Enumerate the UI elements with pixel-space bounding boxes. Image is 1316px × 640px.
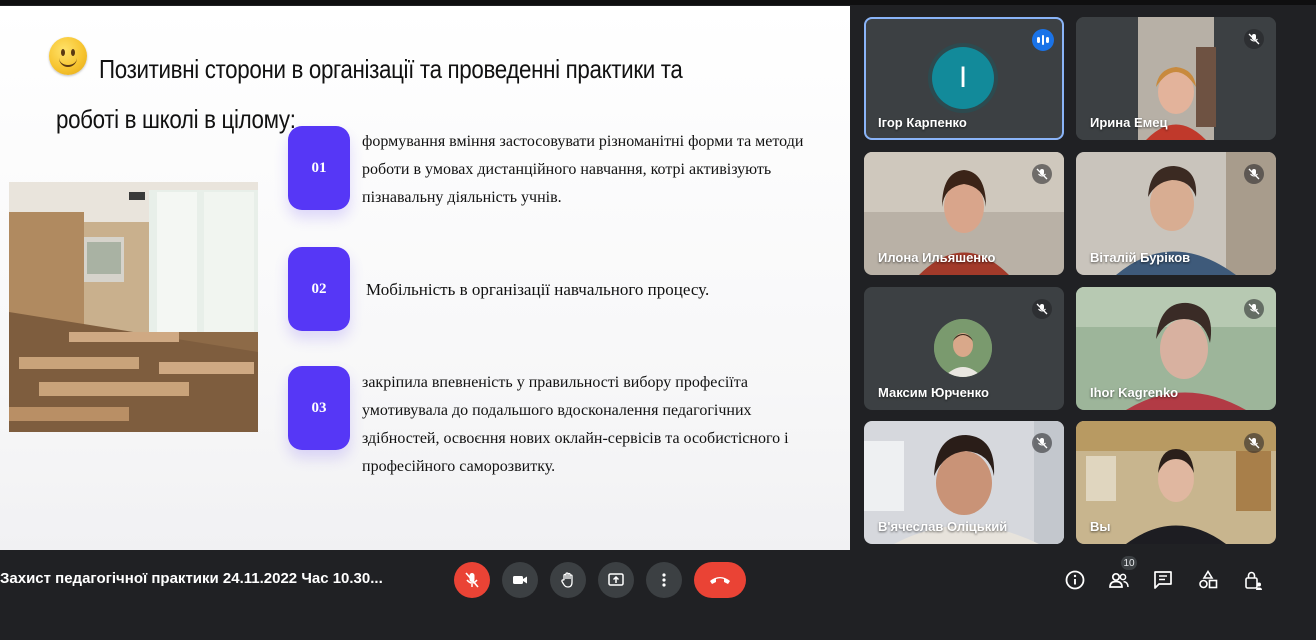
hand-icon	[561, 572, 573, 588]
avatar: I	[932, 47, 994, 109]
mic-off-icon	[1032, 433, 1052, 453]
participant-name: Илона Ильяшенко	[878, 250, 996, 265]
slide-title-line-2: роботі в школі в цілому:	[56, 104, 296, 134]
participant-name: Ігор Карпенко	[878, 115, 967, 130]
meeting-title: Захист педагогічної практики 24.11.2022 …	[0, 570, 383, 587]
point-text-03: закріпила впевненість у правильності виб…	[362, 374, 789, 475]
participant-name: Максим Юрченко	[878, 385, 989, 400]
present-screen-button[interactable]	[598, 562, 634, 598]
present-screen-icon	[608, 573, 624, 586]
camera-icon	[513, 576, 527, 584]
leave-call-button[interactable]	[694, 562, 746, 598]
hang-up-icon	[710, 577, 730, 584]
point-badge-02: 02	[288, 247, 350, 331]
mic-off-icon	[1244, 29, 1264, 49]
mic-off-icon	[465, 572, 479, 588]
mic-off-icon	[1032, 299, 1052, 319]
participant-name: Вы	[1090, 519, 1111, 534]
top-strip	[0, 0, 1316, 5]
host-controls-button[interactable]	[1240, 567, 1266, 593]
more-vert-icon	[662, 573, 666, 587]
people-icon	[1109, 572, 1129, 588]
mic-off-icon	[1244, 299, 1264, 319]
point-badge-01: 01	[288, 126, 350, 210]
camera-toggle-button[interactable]	[502, 562, 538, 598]
participant-name: В'ячеслав Оліцький	[878, 519, 1008, 534]
participant-name: Віталій Буріков	[1090, 250, 1191, 265]
info-icon	[1065, 570, 1085, 590]
chat-button[interactable]	[1150, 567, 1176, 593]
point-text-01: формування вміння застосовувати різноман…	[362, 133, 804, 206]
participant-tile-2[interactable]: Ирина Емец	[1076, 17, 1276, 140]
shapes-icon	[1199, 569, 1218, 589]
mic-off-icon	[1032, 164, 1052, 184]
shared-presentation: Позитивні сторони в організації та прове…	[0, 6, 850, 550]
point-badge-03: 03	[288, 366, 350, 450]
participant-tile-5[interactable]: Максим Юрченко	[864, 287, 1064, 410]
participant-count-badge: 10	[1121, 556, 1137, 570]
more-options-button[interactable]	[646, 562, 682, 598]
participant-tile-6[interactable]: Ihor Kagrenko	[1076, 287, 1276, 410]
participant-tile-1[interactable]: I Ігор Карпенко	[864, 17, 1064, 140]
participant-name: Ihor Kagrenko	[1090, 385, 1179, 400]
lock-person-icon	[1245, 571, 1262, 590]
participant-name: Ирина Емец	[1090, 115, 1168, 130]
raise-hand-button[interactable]	[550, 562, 586, 598]
point-text-02: Мобільність в організації навчального пр…	[366, 280, 710, 299]
participant-tile-4[interactable]: Віталій Буріков	[1076, 152, 1276, 275]
chat-icon	[1154, 571, 1172, 589]
participant-tile-8[interactable]: Вы	[1076, 421, 1276, 544]
speaking-indicator-icon	[1032, 29, 1054, 51]
participant-tile-7[interactable]: В'ячеслав Оліцький	[864, 421, 1064, 544]
meeting-details-button[interactable]	[1062, 567, 1088, 593]
slide-title-line-1: Позитивні сторони в організації та прове…	[99, 54, 683, 84]
microphone-toggle-button[interactable]	[454, 562, 490, 598]
avatar	[934, 319, 992, 377]
classroom-photo	[9, 182, 258, 432]
mic-off-icon	[1244, 164, 1264, 184]
participant-tile-3[interactable]: Илона Ильяшенко	[864, 152, 1064, 275]
mic-off-icon	[1244, 433, 1264, 453]
show-everyone-button[interactable]	[1106, 567, 1132, 593]
activities-button[interactable]	[1195, 567, 1221, 593]
